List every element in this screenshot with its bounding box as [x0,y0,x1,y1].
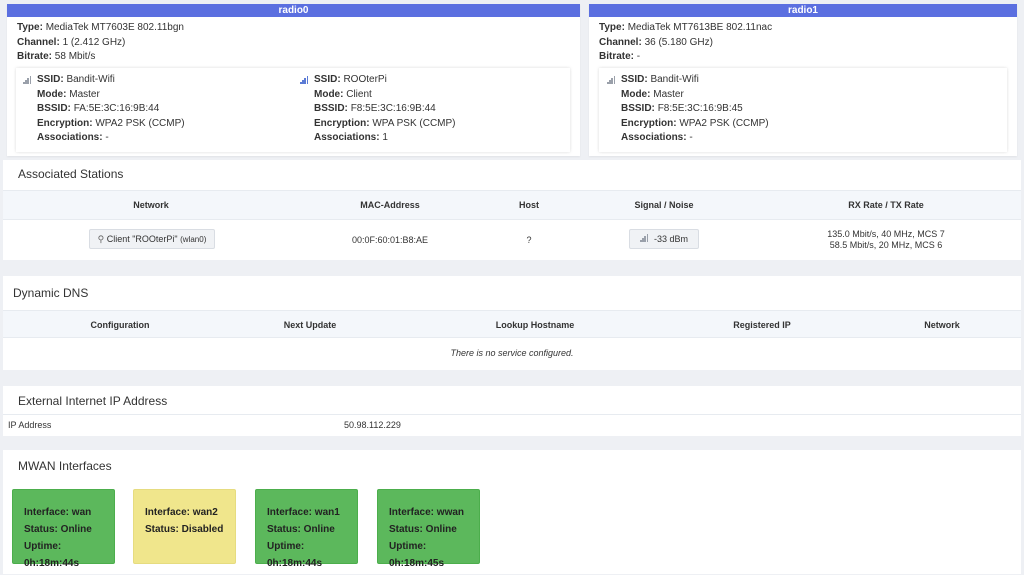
column-header: Host [519,200,539,210]
radio0-ssid-list: SSID: Bandit-Wifi Mode: Master BSSID: FA… [16,68,570,152]
radio1-panel: radio1 Type: MediaTek MT7613BE 802.11nac… [589,4,1017,156]
radio1-bitrate: - [636,51,641,62]
radio0-header: radio0 [7,4,580,17]
column-header: Next Update [283,320,337,330]
station-host: ? [526,235,532,245]
radio1-header: radio1 [589,4,1017,17]
radio0-channel: 1 (2.412 GHz) [62,36,126,48]
section-title: MWAN Interfaces [18,459,112,473]
radio0-info: Type: MediaTek MT7603E 802.11bgn Channel… [17,22,184,62]
dynamic-dns-section: Dynamic DNS Configuration Next Update Lo… [3,276,1021,370]
radio0-type: MediaTek MT7603E 802.11bgn [45,22,184,33]
table-row: ⚲ Client "ROOterPi" (wlan0) 00:0F:60:01:… [3,220,1021,260]
column-header: Configuration [90,320,150,330]
radio1-channel: 36 (5.180 GHz) [644,36,713,48]
column-header: MAC-Address [360,200,420,210]
ssid-entry: SSID: ROOterPi Mode: Client BSSID: F8:5E… [300,73,456,146]
ip-label: IP Address [8,420,52,430]
radio1-info: Type: MediaTek MT7613BE 802.11nac Channe… [599,22,773,62]
mwan-interface-wan2[interactable]: Interface: wan2 Status: Disabled [133,489,236,564]
ssid-name: Bandit-Wifi [66,74,115,85]
radio1-type: MediaTek MT7613BE 802.11nac [627,22,773,33]
column-header: Lookup Hostname [495,320,575,330]
section-title: External Internet IP Address [18,394,168,408]
ddns-empty-message: There is no service configured. [450,348,574,358]
station-rates: 135.0 Mbit/s, 40 MHz, MCS 7 58.5 Mbit/s,… [827,229,945,250]
column-header: Signal / Noise [634,200,694,210]
signal-icon [300,76,310,85]
section-title: Associated Stations [18,167,124,181]
stations-table-header: Network MAC-Address Host Signal / Noise … [3,190,1021,220]
column-header: Registered IP [733,320,791,330]
ssid-name: ROOterPi [343,74,387,85]
column-header: Network [924,320,960,330]
section-title: Dynamic DNS [13,286,89,300]
wifi-icon: ⚲ [97,234,105,244]
signal-icon [607,76,617,85]
station-mac: 00:0F:60:01:B8:AE [351,235,429,245]
radio1-ssid-list: SSID: Bandit-Wifi Mode: Master BSSID: F8… [599,68,1007,152]
column-header: RX Rate / TX Rate [848,200,924,210]
station-network-button[interactable]: ⚲ Client "ROOterPi" (wlan0) [88,229,216,249]
station-signal-button[interactable]: -33 dBm [628,229,699,249]
ssid-entry: SSID: Bandit-Wifi Mode: Master BSSID: F8… [607,73,769,146]
radio0-panel: radio0 Type: MediaTek MT7603E 802.11bgn … [7,4,580,156]
ip-value: 50.98.112.229 [344,420,401,430]
signal-icon [639,234,650,242]
ssid-name: Bandit-Wifi [650,74,699,85]
mwan-interface-wan[interactable]: Interface: wan Status: Online Uptime: 0h… [12,489,115,569]
column-header: Network [133,200,169,210]
radio0-bitrate: 58 Mbit/s [54,51,96,62]
ssid-entry: SSID: Bandit-Wifi Mode: Master BSSID: FA… [23,73,185,146]
external-ip-section: External Internet IP Address IP Address … [3,386,1021,436]
ddns-table-header: Configuration Next Update Lookup Hostnam… [3,310,1021,338]
mwan-interface-wwan[interactable]: Interface: wwan Status: Online Uptime: 0… [377,489,480,569]
associated-stations-section: Associated Stations Network MAC-Address … [3,160,1021,260]
signal-icon [23,76,33,85]
mwan-interface-wan1[interactable]: Interface: wan1 Status: Online Uptime: 0… [255,489,358,569]
